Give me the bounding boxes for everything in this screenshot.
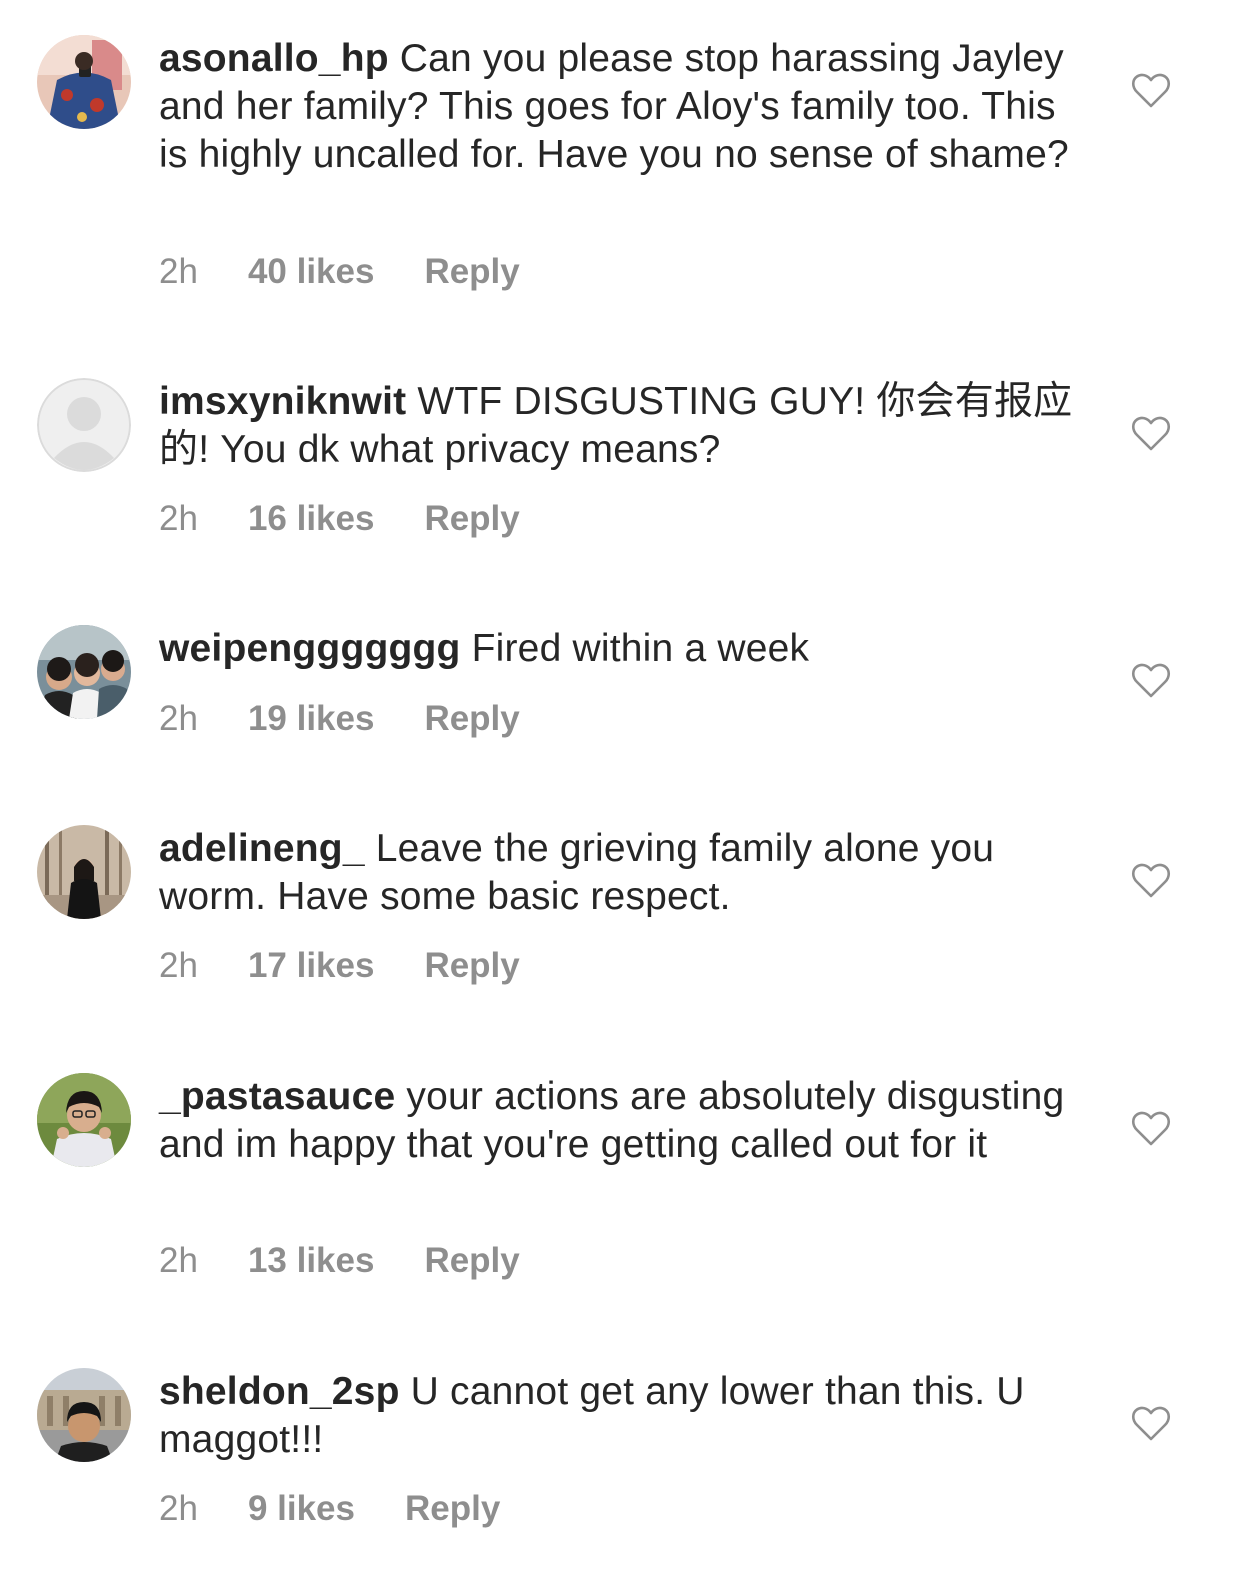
comment-time: 2h	[159, 1241, 198, 1280]
comment-username[interactable]: imsxyniknwit	[159, 380, 406, 423]
comment-username[interactable]: weipenggggggg	[159, 627, 461, 670]
heart-outline-icon[interactable]	[1131, 661, 1171, 701]
comment-meta: 2h 17 likes Reply	[159, 946, 570, 986]
comment-text: imsxyniknwit WTF DISGUSTING GUY! 你会有报应的!…	[159, 378, 1074, 474]
comment-text: sheldon_2sp U cannot get any lower than …	[159, 1368, 1074, 1464]
avatar[interactable]	[37, 378, 131, 472]
avatar[interactable]	[37, 1073, 131, 1167]
comment-meta: 2h 19 likes Reply	[159, 699, 570, 739]
reply-button[interactable]: Reply	[424, 252, 519, 291]
comment-likes[interactable]: 19 likes	[248, 699, 375, 738]
comment-text: asonallo_hp Can you please stop harassin…	[159, 35, 1074, 179]
comment-meta: 2h 9 likes Reply	[159, 1489, 550, 1529]
comment-username[interactable]: adelineng_	[159, 827, 365, 870]
heart-outline-icon[interactable]	[1131, 1404, 1171, 1444]
comment-time: 2h	[159, 699, 198, 738]
comment-text: adelineng_ Leave the grieving family alo…	[159, 825, 1074, 921]
comment-likes[interactable]: 16 likes	[248, 499, 375, 538]
comment-body: Fired within a week	[471, 627, 810, 670]
avatar[interactable]	[37, 825, 131, 919]
reply-button[interactable]: Reply	[424, 946, 519, 985]
comment-likes[interactable]: 17 likes	[248, 946, 375, 985]
avatar[interactable]	[37, 35, 131, 129]
comment-time: 2h	[159, 252, 198, 291]
comment-likes[interactable]: 9 likes	[248, 1489, 355, 1528]
comment-time: 2h	[159, 499, 198, 538]
heart-outline-icon[interactable]	[1131, 1109, 1171, 1149]
comment-time: 2h	[159, 1489, 198, 1528]
comment-username[interactable]: asonallo_hp	[159, 37, 389, 80]
comment-username[interactable]: sheldon_2sp	[159, 1370, 400, 1413]
heart-outline-icon[interactable]	[1131, 71, 1171, 111]
reply-button[interactable]: Reply	[424, 499, 519, 538]
avatar[interactable]	[37, 1368, 131, 1462]
comment-likes[interactable]: 40 likes	[248, 252, 375, 291]
heart-outline-icon[interactable]	[1131, 414, 1171, 454]
comment-meta: 2h 16 likes Reply	[159, 499, 570, 539]
reply-button[interactable]: Reply	[424, 699, 519, 738]
heart-outline-icon[interactable]	[1131, 861, 1171, 901]
comment-text: weipenggggggg Fired within a week	[159, 625, 1074, 673]
avatar[interactable]	[37, 625, 131, 719]
comment-time: 2h	[159, 946, 198, 985]
comment-username[interactable]: _pastasauce	[159, 1075, 395, 1118]
comment-meta: 2h 40 likes Reply	[159, 252, 570, 292]
reply-button[interactable]: Reply	[424, 1241, 519, 1280]
comment-text: _pastasauce your actions are absolutely …	[159, 1073, 1074, 1169]
reply-button[interactable]: Reply	[405, 1489, 500, 1528]
comment-meta: 2h 13 likes Reply	[159, 1241, 570, 1281]
comment-likes[interactable]: 13 likes	[248, 1241, 375, 1280]
